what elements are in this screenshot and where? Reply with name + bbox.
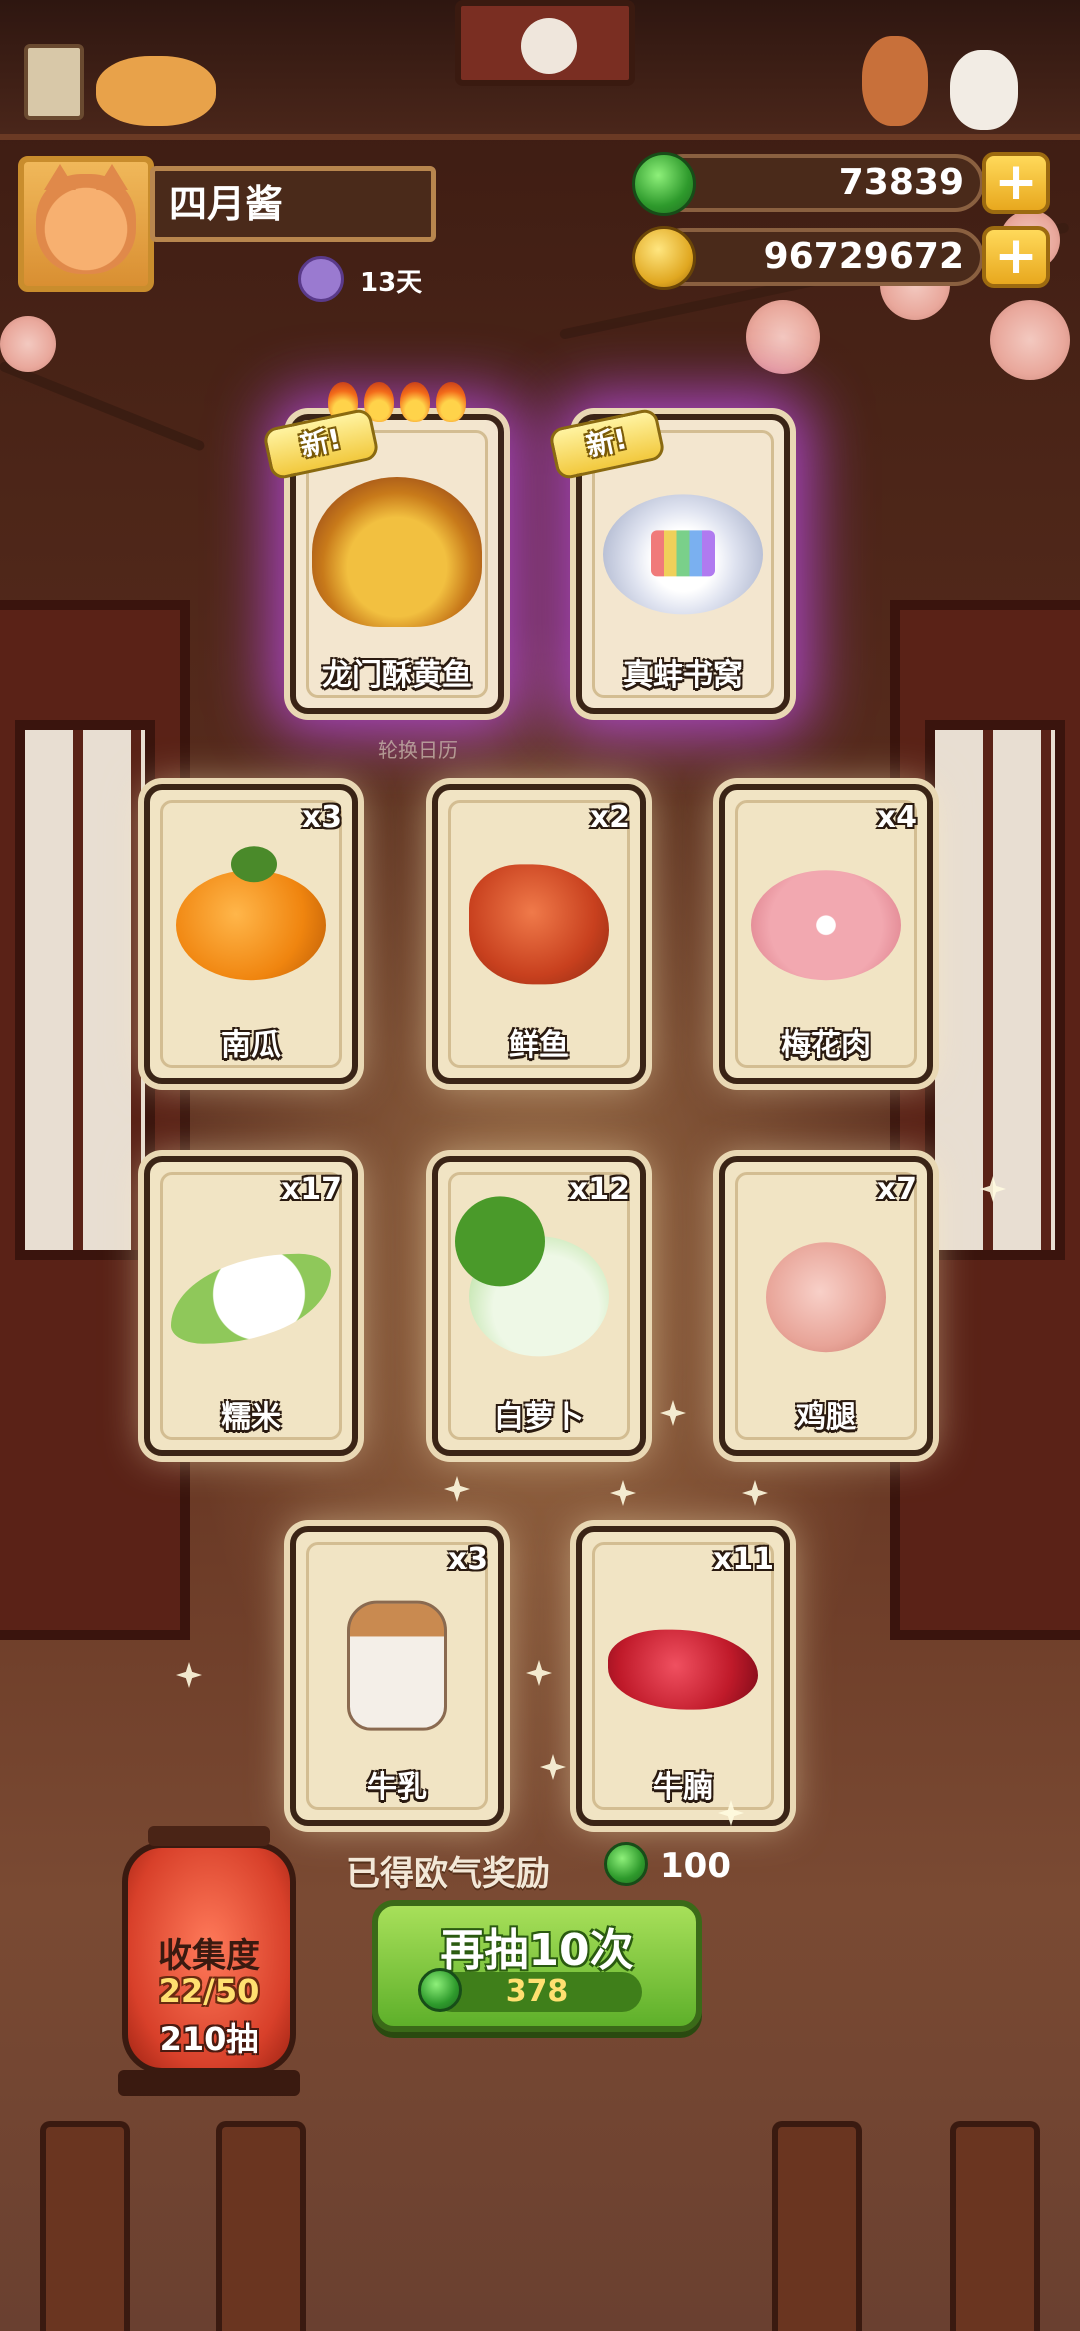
pumpkin-icon — [176, 846, 326, 981]
card-count: x7 — [876, 1172, 917, 1207]
card-featured-dish[interactable]: 新! 龙门酥黄鱼 — [261, 382, 504, 714]
floor-post — [772, 2121, 862, 2331]
collection-progress: 22/50 — [158, 1972, 260, 2010]
card-fish[interactable]: x2 鲜鱼 — [432, 784, 646, 1084]
player-avatar[interactable] — [18, 156, 154, 292]
days-badge-icon — [298, 256, 344, 302]
fried-yellow-croaker-icon — [312, 477, 482, 627]
card-pork[interactable]: x4 梅花肉 — [719, 784, 933, 1084]
add-jade-button[interactable]: + — [982, 152, 1050, 214]
card-count: x2 — [589, 800, 630, 835]
draw-again-button[interactable]: 再抽10次 378 — [372, 1900, 702, 2032]
floor-post — [950, 2121, 1040, 2331]
pork-icon — [751, 870, 901, 981]
blossom-icon — [990, 300, 1070, 380]
card-label: 龙门酥黄鱼 — [322, 658, 472, 693]
rotate-calendar-label: 轮换日历 — [378, 738, 458, 762]
reward-value: 100 — [660, 1846, 731, 1886]
card-radish[interactable]: x12 白萝卜 — [432, 1156, 646, 1456]
blossom-branch — [0, 360, 206, 453]
player-name: 四月酱 — [150, 166, 436, 242]
fish-icon — [469, 864, 609, 985]
blossom-icon — [746, 300, 820, 374]
card-label: 真蚌书窝 — [623, 658, 743, 693]
floor-post — [40, 2121, 130, 2331]
card-count: x11 — [712, 1542, 774, 1577]
glutinous-rice-icon — [171, 1253, 331, 1344]
left-window-screen — [0, 600, 190, 1640]
add-coin-button[interactable]: + — [982, 226, 1050, 288]
draw-button-label: 再抽10次 — [440, 1925, 634, 1976]
card-label: 鲜鱼 — [509, 1028, 569, 1063]
card-label: 牛乳 — [367, 1770, 427, 1805]
login-days: 13天 — [360, 268, 423, 298]
card-label: 牛腩 — [653, 1770, 713, 1805]
floor-post — [216, 2121, 306, 2331]
collection-draws: 210抽 — [159, 2020, 259, 2058]
card-label: 梅花肉 — [781, 1028, 871, 1063]
card-count: x17 — [280, 1172, 342, 1207]
card-milk[interactable]: x3 牛乳 — [290, 1526, 504, 1826]
card-count: x12 — [568, 1172, 630, 1207]
cat-figure-icon — [96, 56, 216, 126]
jade-currency-bar: 73839 — [632, 152, 984, 216]
flame-icon — [400, 382, 430, 422]
jade-icon — [418, 1968, 462, 2012]
beef-brisket-icon — [608, 1629, 758, 1710]
jade-icon — [604, 1842, 648, 1886]
card-count: x3 — [301, 800, 342, 835]
card-beef[interactable]: x11 牛腩 — [576, 1526, 790, 1826]
reward-label: 已得欧气奖励 — [346, 1854, 550, 1894]
card-label: 糯米 — [221, 1400, 281, 1435]
card-rice[interactable]: x17 糯米 — [144, 1156, 358, 1456]
jade-amount: 73839 — [838, 162, 964, 203]
draw-cost: 378 — [418, 1968, 642, 2012]
card-label: 白萝卜 — [494, 1400, 584, 1435]
character-icon — [521, 18, 577, 74]
flame-icon — [436, 382, 466, 422]
card-featured-nest[interactable]: 新! 真蚌书窝 — [547, 407, 790, 714]
tiger-cat-avatar-icon — [36, 164, 136, 274]
card-label: 鸡腿 — [796, 1400, 856, 1435]
white-radish-icon — [455, 1196, 609, 1357]
clam-nest-icon — [603, 494, 763, 615]
chef-figure-icon — [862, 36, 928, 126]
coin-currency-bar: 96729672 — [632, 226, 984, 290]
hanging-sign — [455, 0, 635, 86]
right-window-screen — [890, 600, 1080, 1640]
draw-cost-value: 378 — [505, 1974, 569, 2009]
collection-title: 收集度 — [158, 1936, 260, 1976]
coin-amount: 96729672 — [763, 236, 964, 277]
card-label: 南瓜 — [221, 1028, 281, 1063]
jade-icon — [632, 152, 696, 216]
coin-icon — [632, 226, 696, 290]
card-count: x3 — [447, 1542, 488, 1577]
milk-jar-icon — [347, 1600, 447, 1731]
white-cat-figure-icon — [950, 50, 1018, 130]
chicken-leg-icon — [766, 1242, 886, 1353]
collection-lantern[interactable]: 收集度 22/50 210抽 — [118, 1826, 300, 2096]
card-chicken-leg[interactable]: x7 鸡腿 — [719, 1156, 933, 1456]
card-pumpkin[interactable]: x3 南瓜 — [144, 784, 358, 1084]
blossom-icon — [0, 316, 56, 372]
shelf-box-icon — [24, 44, 84, 120]
card-count: x4 — [876, 800, 917, 835]
